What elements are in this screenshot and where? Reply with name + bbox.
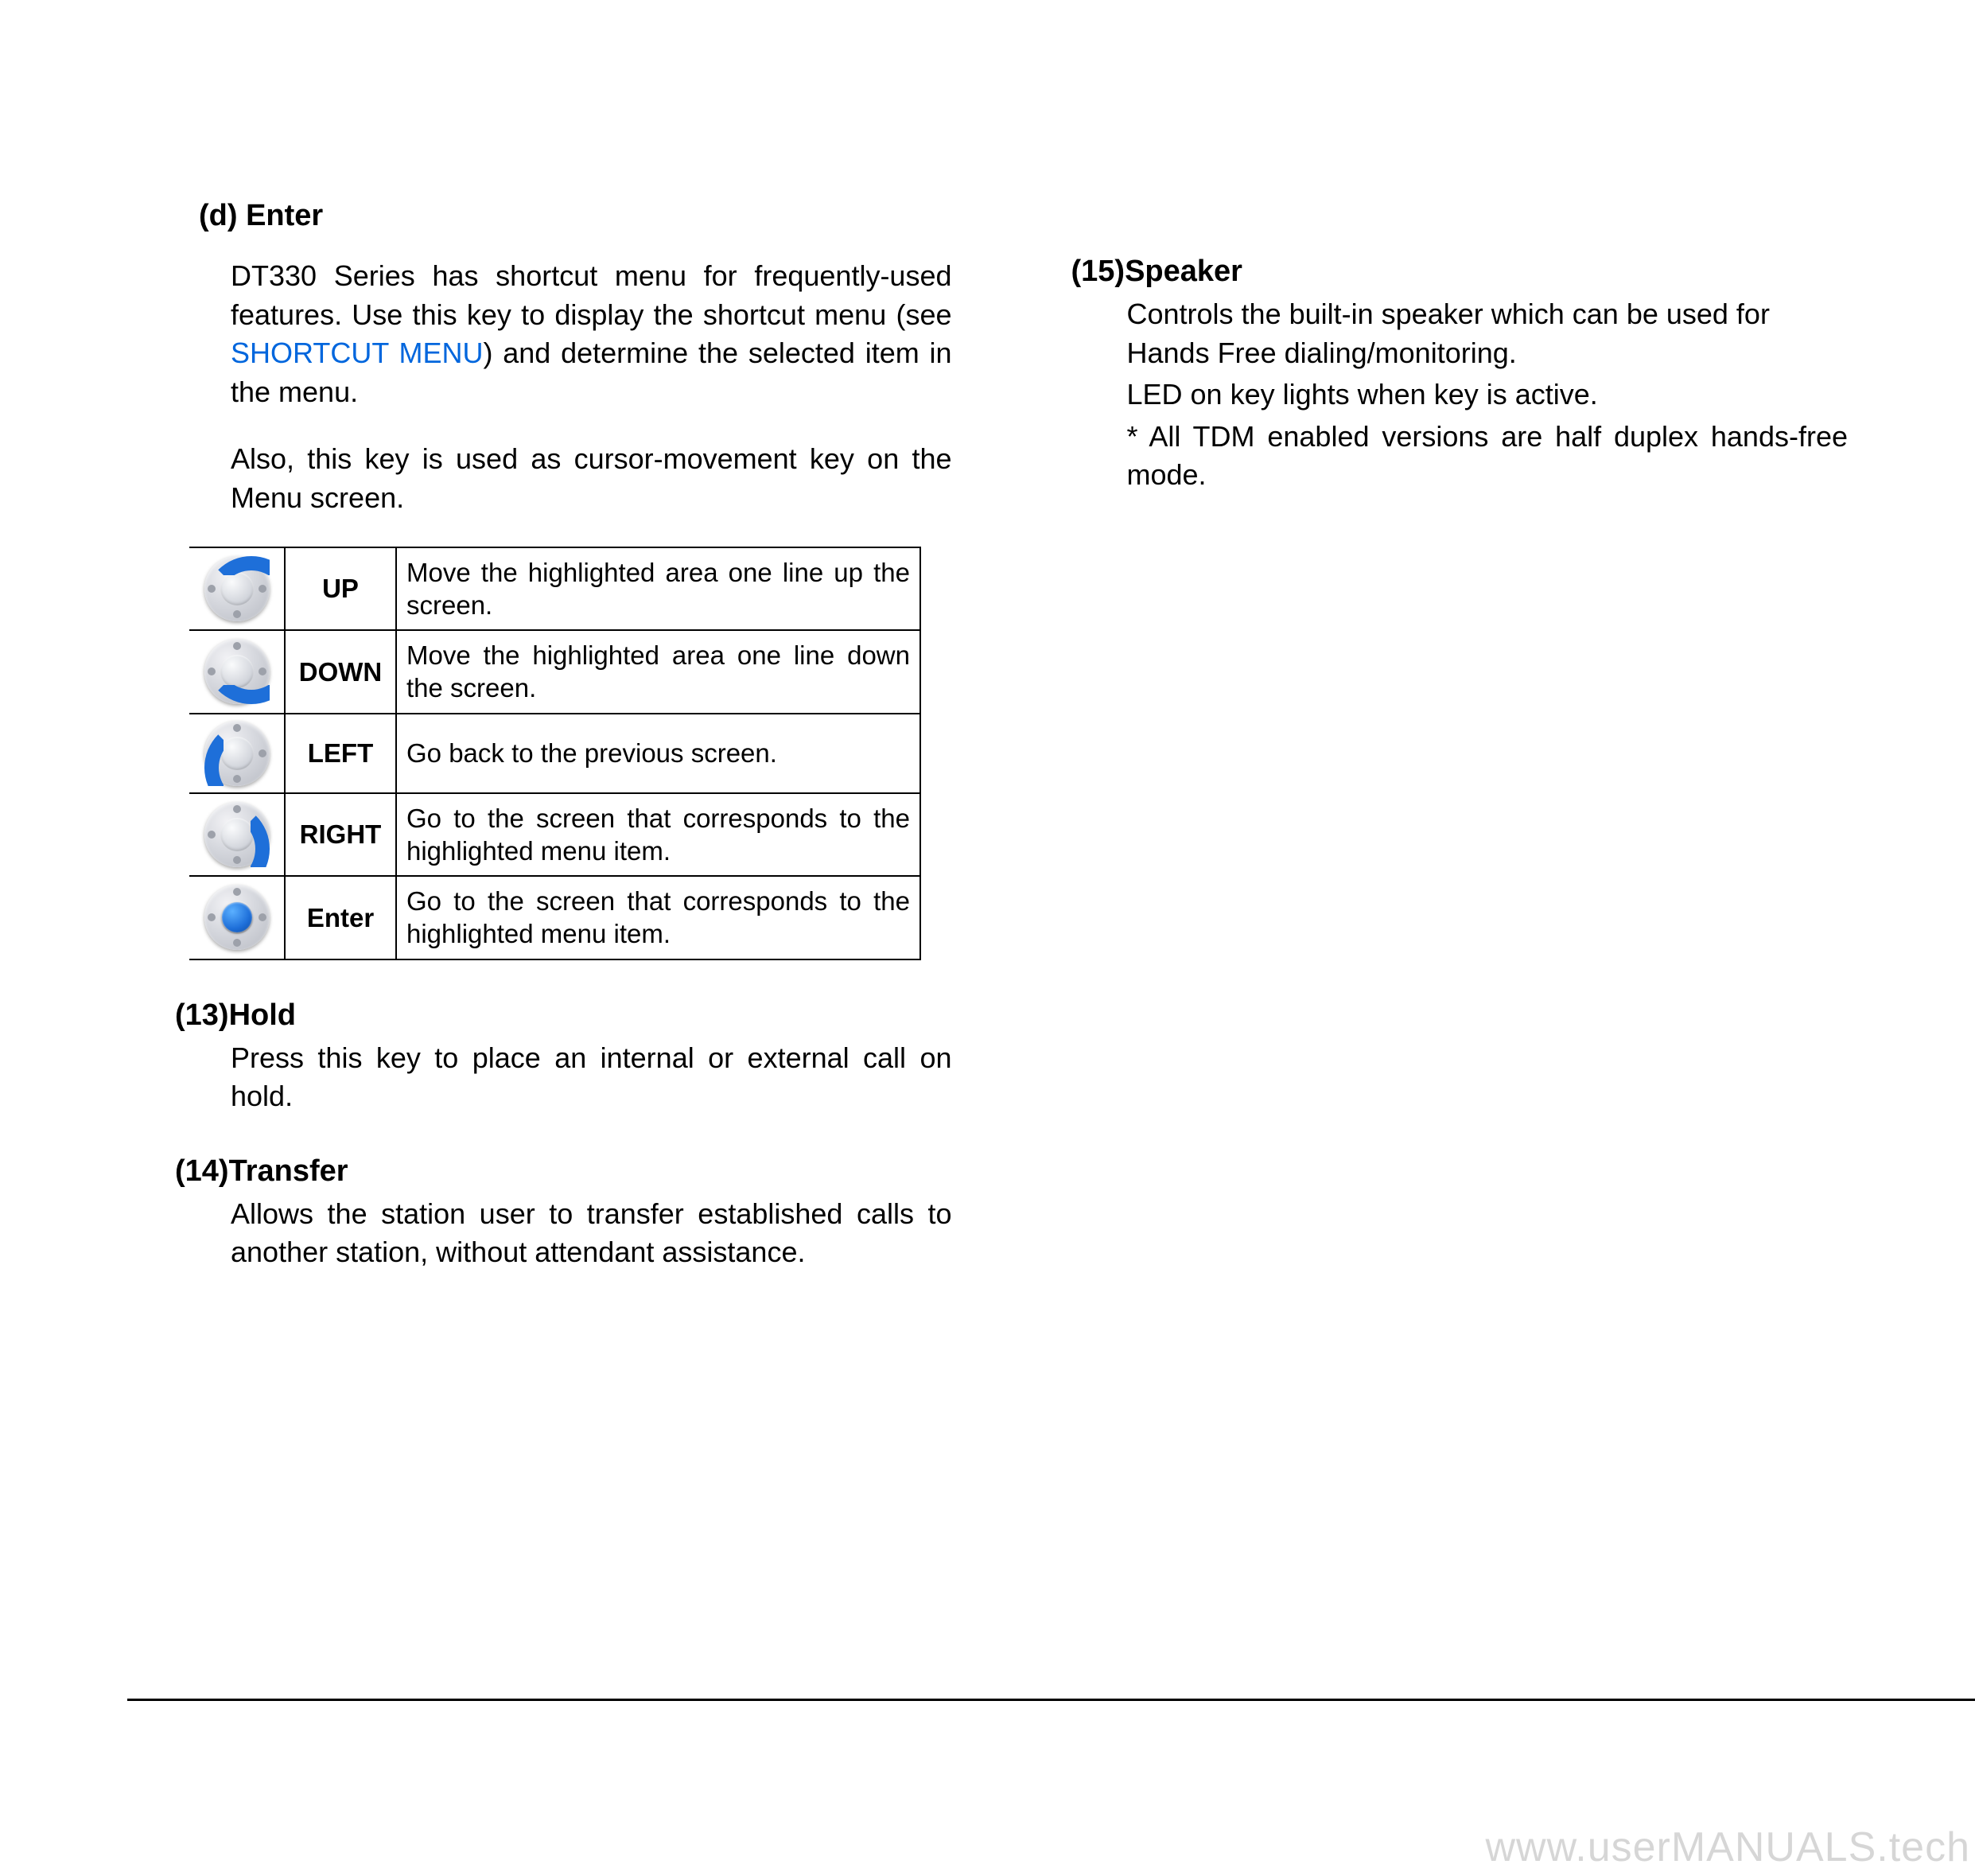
enter-p1a: DT330 Series has shortcut menu for frequ… (231, 259, 952, 331)
key-name: Enter (285, 876, 396, 959)
two-column-layout: (d) Enter DT330 Series has shortcut menu… (143, 199, 1848, 1301)
key-description: Go to the screen that corresponds to the… (396, 876, 920, 959)
dpad-down-icon (204, 639, 270, 704)
key-name: DOWN (285, 630, 396, 714)
speaker-paragraph-3: * All TDM enabled versions are half dupl… (1127, 418, 1849, 495)
dpad-up-icon (204, 556, 270, 621)
enter-paragraph-2: Also, this key is used as cursor-movemen… (231, 440, 952, 517)
dpad-icon-cell (189, 876, 285, 959)
key-description: Move the highlighted area one line up th… (396, 547, 920, 631)
cursor-key-table: UPMove the highlighted area one line up … (189, 547, 921, 960)
dpad-left-icon (204, 721, 270, 786)
left-column: (d) Enter DT330 Series has shortcut menu… (175, 199, 952, 1301)
key-name: UP (285, 547, 396, 631)
dpad-icon-cell (189, 714, 285, 793)
dpad-icon-cell (189, 630, 285, 714)
transfer-heading: (14)Transfer (175, 1154, 952, 1189)
dpad-icon-cell (189, 547, 285, 631)
manual-page: (d) Enter DT330 Series has shortcut menu… (0, 0, 1975, 1876)
key-name: RIGHT (285, 793, 396, 877)
enter-paragraph-1: DT330 Series has shortcut menu for frequ… (231, 257, 952, 411)
enter-heading: (d) Enter (199, 199, 952, 233)
watermark-text: www.userMANUALS.tech (1485, 1823, 1970, 1871)
right-column: (15)Speaker Controls the built-in speake… (1071, 199, 1849, 1301)
speaker-paragraph-1: Controls the built-in speaker which can … (1127, 295, 1849, 372)
dpad-icon-cell (189, 793, 285, 877)
speaker-paragraph-2: LED on key lights when key is active. (1127, 376, 1849, 415)
table-row: EnterGo to the screen that corresponds t… (189, 876, 920, 959)
transfer-paragraph: Allows the station user to transfer esta… (231, 1195, 952, 1272)
dpad-right-icon (204, 802, 270, 867)
table-row: RIGHTGo to the screen that corresponds t… (189, 793, 920, 877)
speaker-heading: (15)Speaker (1071, 255, 1849, 289)
key-description: Go to the screen that corresponds to the… (396, 793, 920, 877)
key-description: Move the highlighted area one line down … (396, 630, 920, 714)
cursor-table-body: UPMove the highlighted area one line up … (189, 547, 920, 959)
hold-heading: (13)Hold (175, 998, 952, 1033)
shortcut-menu-link[interactable]: SHORTCUT MENU (231, 337, 483, 369)
key-description: Go back to the previous screen. (396, 714, 920, 793)
dpad-enter-icon (204, 885, 270, 950)
table-row: LEFTGo back to the previous screen. (189, 714, 920, 793)
hold-paragraph: Press this key to place an internal or e… (231, 1039, 952, 1116)
footer-rule (127, 1699, 1975, 1701)
table-row: UPMove the highlighted area one line up … (189, 547, 920, 631)
key-name: LEFT (285, 714, 396, 793)
table-row: DOWNMove the highlighted area one line d… (189, 630, 920, 714)
